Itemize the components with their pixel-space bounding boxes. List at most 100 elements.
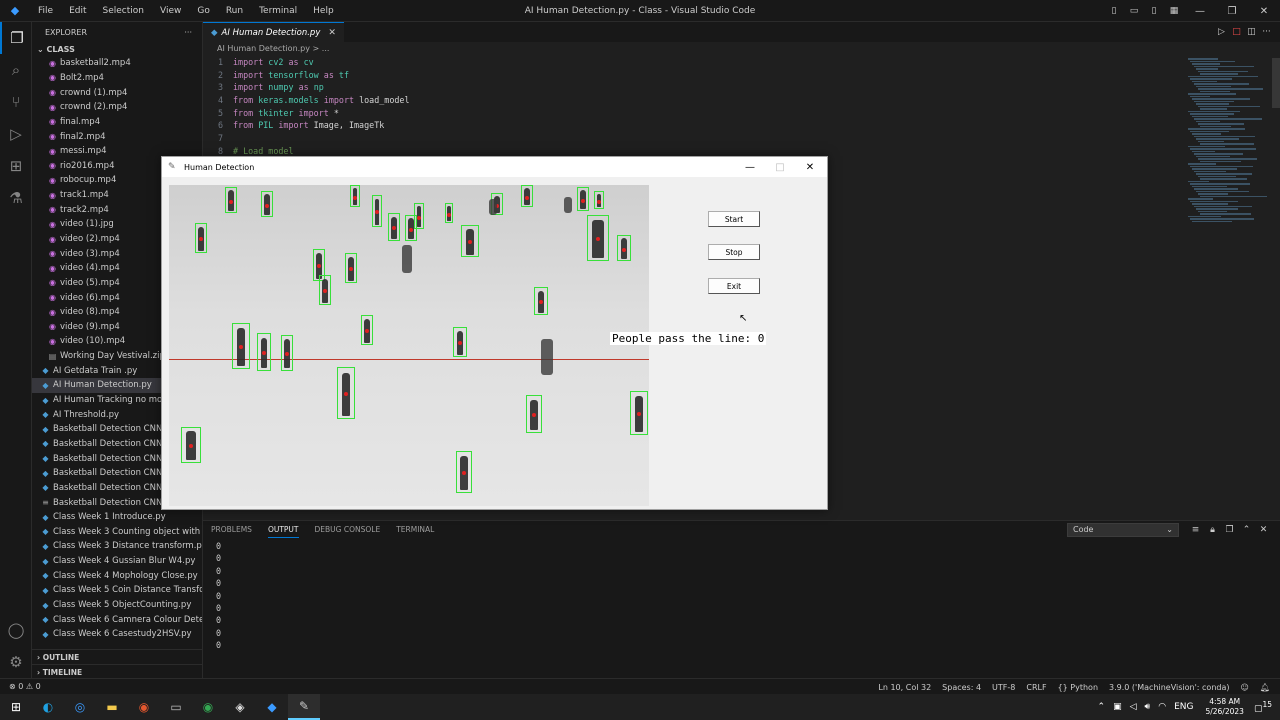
tk-maximize-button[interactable]: □ bbox=[765, 157, 795, 177]
language-indicator[interactable]: ENG bbox=[1174, 702, 1193, 712]
more-actions-icon[interactable]: ··· bbox=[1259, 27, 1274, 37]
file-item[interactable]: ◆ Class Week 4 Mophology Close.py bbox=[32, 568, 202, 583]
minimap[interactable] bbox=[1188, 58, 1268, 248]
cursor-position[interactable]: Ln 10, Col 32 bbox=[878, 683, 931, 692]
chevron-up-icon[interactable]: ⌃ bbox=[1098, 702, 1106, 712]
feedback-icon[interactable]: ☺ bbox=[1241, 683, 1249, 692]
file-item[interactable]: ◆ Class Week 4 Gussian Blur W4.py bbox=[32, 554, 202, 569]
terminal-app-icon[interactable]: ▭ bbox=[160, 694, 192, 720]
file-item[interactable]: ◉ final2.mp4 bbox=[32, 129, 202, 144]
run-python-icon[interactable]: ▷ bbox=[1214, 27, 1229, 37]
code-line[interactable]: 2 import tensorflow as tf bbox=[203, 70, 1183, 83]
menu-file[interactable]: File bbox=[30, 0, 61, 22]
file-item[interactable]: ◆ Class Week 5 ObjectCounting.py bbox=[32, 598, 202, 613]
python-tk-taskbar-icon[interactable]: ✎ bbox=[288, 694, 320, 720]
volume-icon[interactable]: 🔊︎ bbox=[1145, 702, 1151, 712]
problems-status[interactable]: ⊗ 0 ⚠ 0 bbox=[0, 682, 41, 691]
code-line[interactable]: 1 import cv2 as cv bbox=[203, 57, 1183, 70]
menu-edit[interactable]: Edit bbox=[61, 0, 94, 22]
split-editor-icon[interactable]: ◫ bbox=[1244, 27, 1259, 37]
customize-layout-icon[interactable]: ▦ bbox=[1164, 0, 1184, 22]
code-line[interactable]: 5 from tkinter import * bbox=[203, 108, 1183, 121]
tray-app-icon[interactable]: ▣ bbox=[1113, 702, 1122, 712]
file-item[interactable]: ◆ Class Week 3 Counting object with b... bbox=[32, 525, 202, 540]
speaker-icon[interactable]: ◁ bbox=[1130, 702, 1137, 712]
file-item[interactable]: ◆ Class Week 6 Casestudy2HSV.py bbox=[32, 627, 202, 641]
code-line[interactable]: 7 bbox=[203, 133, 1183, 146]
python-interpreter[interactable]: 3.9.0 ('MachineVision': conda) bbox=[1109, 683, 1229, 692]
menu-selection[interactable]: Selection bbox=[95, 0, 152, 22]
breadcrumb[interactable]: AI Human Detection.py > ... bbox=[203, 42, 1280, 56]
tk-minimize-button[interactable]: — bbox=[735, 157, 765, 177]
clear-output-icon[interactable]: ≡ bbox=[1187, 525, 1204, 535]
encoding[interactable]: UTF-8 bbox=[992, 683, 1015, 692]
notifications-bell-icon[interactable]: 🔔︎ bbox=[1260, 683, 1270, 692]
editor-scrollbar[interactable] bbox=[1272, 58, 1280, 108]
menu-go[interactable]: Go bbox=[189, 0, 217, 22]
cortana-icon[interactable]: ◎ bbox=[64, 694, 96, 720]
close-panel-icon[interactable]: ✕ bbox=[1255, 525, 1272, 535]
testing-icon[interactable]: ⚗ bbox=[0, 182, 32, 214]
search-icon[interactable]: ⌕ bbox=[0, 54, 32, 86]
explorer-icon[interactable]: ❐ bbox=[0, 22, 32, 54]
tab-debug-console[interactable]: DEBUG CONSOLE bbox=[315, 522, 381, 537]
windows-start-icon[interactable]: ⊞ bbox=[0, 694, 32, 720]
app-icon[interactable]: ◈ bbox=[224, 694, 256, 720]
start-button[interactable]: Start bbox=[708, 211, 760, 227]
tab-problems[interactable]: PROBLEMS bbox=[211, 522, 252, 537]
file-item[interactable]: ◉ Bolt2.mp4 bbox=[32, 71, 202, 86]
tab-terminal[interactable]: TERMINAL bbox=[396, 522, 434, 537]
line-ending[interactable]: CRLF bbox=[1026, 683, 1046, 692]
source-control-icon[interactable]: ⑂ bbox=[0, 86, 32, 118]
file-item[interactable]: ◆ Class Week 5 Coin Distance Transfor... bbox=[32, 583, 202, 598]
code-editor[interactable]: 1 import cv2 as cv 2 import tensorflow as t… bbox=[203, 57, 1183, 159]
chrome-profile-icon[interactable]: ◉ bbox=[192, 694, 224, 720]
clock[interactable]: 4:58 AM 5/26/2023 bbox=[1205, 697, 1243, 717]
close-button[interactable]: ✕ bbox=[1248, 0, 1280, 22]
run-debug-icon[interactable]: ▷ bbox=[0, 118, 32, 150]
file-item[interactable]: ◉ basketball2.mp4 bbox=[32, 56, 202, 71]
file-item[interactable]: ◉ final.mp4 bbox=[32, 115, 202, 130]
chrome-icon[interactable]: ◉ bbox=[128, 694, 160, 720]
wifi-icon[interactable]: ◠ bbox=[1158, 702, 1166, 712]
tk-title-bar[interactable]: ✎ Human Detection — □ ✕ bbox=[162, 157, 827, 177]
file-item[interactable]: ◆ Class Week 1 Introduce.py bbox=[32, 510, 202, 525]
maximize-panel-icon[interactable]: ⌃ bbox=[1238, 525, 1255, 535]
file-item[interactable]: ◉ crownd (1).mp4 bbox=[32, 85, 202, 100]
menu-run[interactable]: Run bbox=[218, 0, 251, 22]
more-actions-icon[interactable]: ··· bbox=[184, 28, 192, 37]
indentation[interactable]: Spaces: 4 bbox=[942, 683, 981, 692]
accounts-icon[interactable]: ◯ bbox=[0, 614, 32, 646]
menu-help[interactable]: Help bbox=[305, 0, 342, 22]
open-in-editor-icon[interactable]: ❐ bbox=[1221, 525, 1238, 535]
notification-center-icon[interactable]: ▢15 bbox=[1254, 700, 1272, 714]
stop-button[interactable]: Stop bbox=[708, 244, 760, 260]
toggle-secondary-sidebar-icon[interactable]: ▯ bbox=[1144, 0, 1164, 22]
outline-section[interactable]: › OUTLINE bbox=[32, 649, 202, 664]
tk-close-button[interactable]: ✕ bbox=[795, 157, 825, 177]
toggle-primary-sidebar-icon[interactable]: ▯ bbox=[1104, 0, 1124, 22]
edge-browser-icon[interactable]: ◐ bbox=[32, 694, 64, 720]
code-line[interactable]: 3 import numpy as np bbox=[203, 82, 1183, 95]
output-channel-select[interactable]: Code ⌄ bbox=[1067, 522, 1179, 537]
manage-gear-icon[interactable]: ⚙ bbox=[0, 646, 32, 678]
lock-scroll-icon[interactable]: 🔒︎ bbox=[1204, 525, 1221, 535]
menu-view[interactable]: View bbox=[152, 0, 189, 22]
restore-button[interactable]: ❐ bbox=[1216, 0, 1248, 22]
file-explorer-icon[interactable]: ▬ bbox=[96, 694, 128, 720]
file-item[interactable]: ◆ Class Week 3 Distance transform.py bbox=[32, 539, 202, 554]
menu-terminal[interactable]: Terminal bbox=[251, 0, 305, 22]
tab-output[interactable]: OUTPUT bbox=[267, 522, 299, 538]
file-item[interactable]: ◉ crownd (2).mp4 bbox=[32, 100, 202, 115]
stop-icon[interactable]: □ bbox=[1229, 27, 1244, 37]
toggle-panel-icon[interactable]: ▭ bbox=[1124, 0, 1144, 22]
timeline-section[interactable]: › TIMELINE bbox=[32, 664, 202, 678]
close-tab-icon[interactable]: ✕ bbox=[328, 28, 336, 38]
code-line[interactable]: 4 from keras.models import load_model bbox=[203, 95, 1183, 108]
file-item[interactable]: ◆ Class Week 6 Camnera Colour Detec... bbox=[32, 612, 202, 627]
tab-ai-human-detection[interactable]: ◆ AI Human Detection.py ✕ bbox=[203, 22, 344, 42]
vscode-taskbar-icon[interactable]: ◆ bbox=[256, 694, 288, 720]
exit-button[interactable]: Exit bbox=[708, 278, 760, 294]
minimize-button[interactable]: — bbox=[1184, 0, 1216, 22]
code-line[interactable]: 6 from PIL import Image, ImageTk bbox=[203, 120, 1183, 133]
